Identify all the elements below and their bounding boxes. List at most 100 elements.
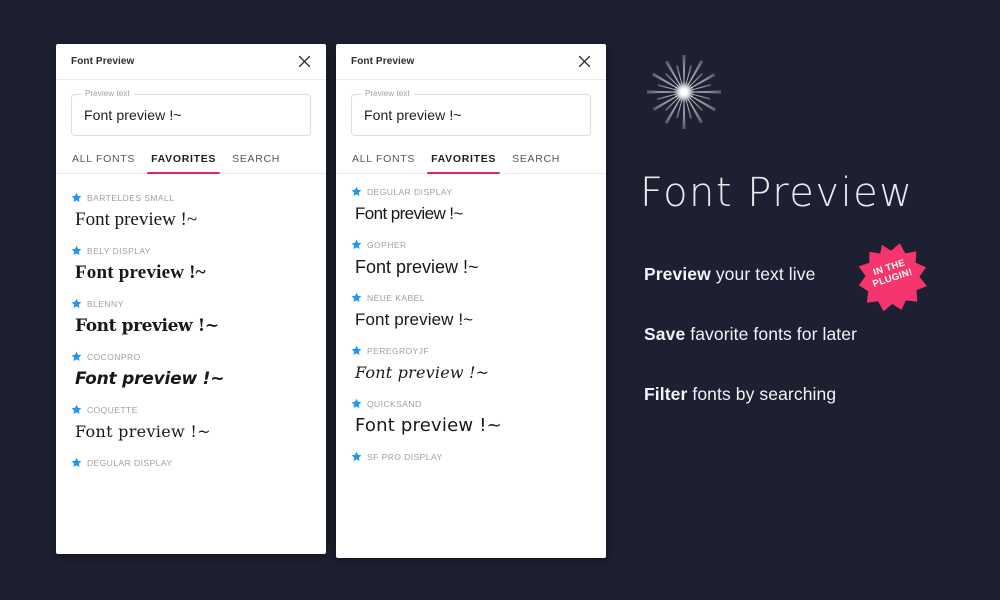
font-name-row: QUICKSAND — [351, 397, 591, 410]
star-favorite-icon[interactable] — [351, 451, 362, 462]
page-title: Font Preview — [351, 56, 415, 67]
close-button[interactable] — [574, 52, 594, 72]
list-item[interactable]: QUICKSAND Font preview !~ — [336, 390, 606, 443]
tab-favorites[interactable]: FAVORITES — [423, 147, 504, 174]
feature-filter: Filter fonts by searching — [644, 382, 980, 406]
font-sample: Font preview !~ — [355, 415, 502, 436]
feature-save-strong: Save — [644, 324, 686, 344]
feature-preview-rest: your text live — [710, 264, 816, 284]
font-name-row: SF PRO DISPLAY — [351, 450, 591, 463]
list-item[interactable]: COCONPRO Font preview !~ — [56, 343, 326, 396]
font-name: COQUETTE — [87, 404, 138, 415]
font-name: QUICKSAND — [367, 398, 422, 409]
font-name: COCONPRO — [87, 351, 141, 362]
list-item[interactable]: BLENNY Font preview !~ — [56, 290, 326, 343]
preview-text-section: Preview text Font preview !~ — [336, 80, 606, 136]
preview-text-input[interactable]: Preview text Font preview !~ — [71, 89, 311, 136]
font-name: PEREGROYJF — [367, 345, 430, 356]
preview-text-label: Preview text — [81, 89, 134, 99]
font-name-row: GOPHER — [351, 238, 591, 251]
star-favorite-icon[interactable] — [71, 298, 82, 309]
preview-text-section: Preview text Font preview !~ — [56, 80, 326, 136]
font-sample: Font preview !~ — [75, 209, 198, 230]
tab-search[interactable]: SEARCH — [224, 147, 288, 173]
feature-list: Preview your text live IN THE PLUGIN! Sa… — [644, 243, 980, 442]
panel-tabs: ALL FONTS FAVORITES SEARCH — [336, 147, 606, 174]
product-wordmark: Font Preview — [640, 170, 914, 216]
font-list[interactable]: BARTELDES SMALL Font preview !~ BELY DIS… — [56, 174, 326, 554]
starburst-sparkle-icon — [642, 50, 726, 134]
panel-header: Font Preview — [56, 44, 326, 80]
font-name: DEGULAR DISPLAY — [87, 457, 173, 468]
star-favorite-icon[interactable] — [351, 186, 362, 197]
page-title: Font Preview — [71, 56, 135, 67]
font-sample: Font preview !~ — [355, 363, 490, 382]
star-favorite-icon[interactable] — [71, 192, 82, 203]
font-name: BELY DISPLAY — [87, 245, 151, 256]
star-favorite-icon[interactable] — [351, 292, 362, 303]
font-name-row: COQUETTE — [71, 403, 311, 416]
font-sample: Font preview !~ — [75, 262, 206, 283]
status-badge: IN THE PLUGIN! — [848, 233, 934, 314]
font-sample: Font preview !~ — [355, 257, 479, 277]
font-name: BLENNY — [87, 298, 124, 309]
font-sample: Font preview !~ — [75, 422, 211, 441]
font-name: DEGULAR DISPLAY — [367, 186, 453, 197]
font-sample: Font preview !~ — [75, 369, 225, 389]
tab-favorites[interactable]: FAVORITES — [143, 147, 224, 174]
font-preview-panel-2: Font Preview Preview text Font preview !… — [336, 44, 606, 558]
preview-text-label: Preview text — [361, 89, 414, 99]
font-name: NEUE KABEL — [367, 292, 425, 303]
close-button[interactable] — [294, 52, 314, 72]
feature-filter-strong: Filter — [644, 384, 688, 404]
font-name: SF PRO DISPLAY — [367, 451, 443, 462]
tab-all-fonts[interactable]: ALL FONTS — [64, 147, 143, 173]
font-name-row: BELY DISPLAY — [71, 244, 311, 257]
star-favorite-icon[interactable] — [71, 351, 82, 362]
font-preview-panel-1: Font Preview Preview text Font preview !… — [56, 44, 326, 554]
font-name-row: BLENNY — [71, 297, 311, 310]
list-item[interactable]: SF PRO DISPLAY — [336, 443, 606, 467]
preview-text-input[interactable]: Preview text Font preview !~ — [351, 89, 591, 136]
font-name-row: DEGULAR DISPLAY — [71, 456, 311, 469]
list-item[interactable]: NEUE KABEL Font preview !~ — [336, 284, 606, 337]
font-sample: Font preview !~ — [75, 316, 219, 336]
panel-header: Font Preview — [336, 44, 606, 80]
font-name-row: BARTELDES SMALL — [71, 191, 311, 204]
list-item[interactable]: DEGULAR DISPLAY Font preview !~ — [336, 178, 606, 231]
preview-text-value: Font preview !~ — [364, 107, 462, 123]
font-name: GOPHER — [367, 239, 407, 250]
feature-filter-rest: fonts by searching — [687, 384, 837, 404]
star-favorite-icon[interactable] — [71, 404, 82, 415]
star-favorite-icon[interactable] — [351, 239, 362, 250]
font-name-row: DEGULAR DISPLAY — [351, 185, 591, 198]
star-favorite-icon[interactable] — [351, 345, 362, 356]
list-item[interactable]: BARTELDES SMALL Font preview !~ — [56, 184, 326, 237]
font-list[interactable]: DEGULAR DISPLAY Font preview !~ GOPHER F… — [336, 174, 606, 558]
font-sample: Font preview !~ — [355, 310, 474, 329]
list-item[interactable]: PEREGROYJF Font preview !~ — [336, 337, 606, 390]
font-name-row: COCONPRO — [71, 350, 311, 363]
close-icon — [578, 55, 590, 68]
font-sample: Font preview !~ — [355, 204, 463, 223]
list-item[interactable]: DEGULAR DISPLAY — [56, 449, 326, 473]
star-favorite-icon[interactable] — [351, 398, 362, 409]
feature-preview-strong: Preview — [644, 264, 711, 284]
font-name-row: NEUE KABEL — [351, 291, 591, 304]
font-name-row: PEREGROYJF — [351, 344, 591, 357]
preview-text-value: Font preview !~ — [84, 107, 182, 123]
panel-tabs: ALL FONTS FAVORITES SEARCH — [56, 147, 326, 174]
feature-save-rest: favorite fonts for later — [685, 324, 858, 344]
feature-save: Save favorite fonts for later — [644, 322, 980, 346]
list-item[interactable]: BELY DISPLAY Font preview !~ — [56, 237, 326, 290]
promo-column: Font Preview Preview your text live IN T… — [640, 50, 980, 550]
list-item[interactable]: GOPHER Font preview !~ — [336, 231, 606, 284]
star-favorite-icon[interactable] — [71, 457, 82, 468]
feature-preview: Preview your text live IN THE PLUGIN! — [644, 243, 980, 312]
star-favorite-icon[interactable] — [71, 245, 82, 256]
list-item[interactable]: COQUETTE Font preview !~ — [56, 396, 326, 449]
tab-all-fonts[interactable]: ALL FONTS — [344, 147, 423, 173]
close-icon — [298, 55, 310, 68]
tab-search[interactable]: SEARCH — [504, 147, 568, 173]
font-name: BARTELDES SMALL — [87, 192, 175, 203]
